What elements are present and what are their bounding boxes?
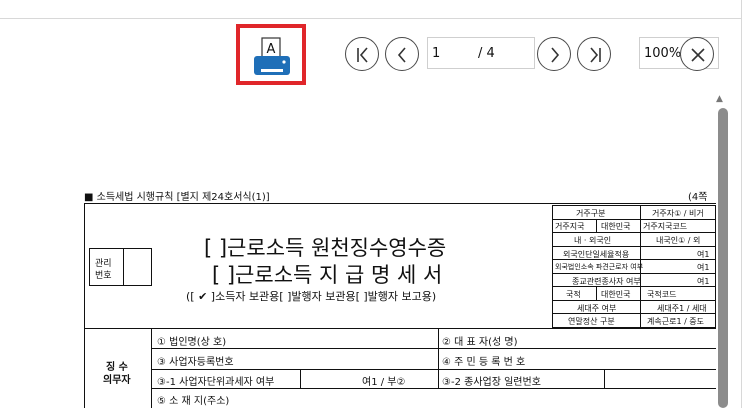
row-line <box>552 219 716 220</box>
form-header: ■ 소득세법 시행규칙 [별지 제24호서식(1)] <box>84 192 270 203</box>
printer-icon: A <box>254 37 290 75</box>
col-line <box>596 286 597 300</box>
col-line <box>151 328 152 408</box>
scroll-up-icon[interactable]: ▲ <box>716 94 723 104</box>
cell-citizenship-value: 대한민국 <box>601 290 631 299</box>
close-button[interactable] <box>680 37 714 71</box>
col-line <box>438 328 439 388</box>
cell-country-value: 대한민국 <box>601 222 631 231</box>
cell-citizenship-label: 국적 <box>566 290 581 299</box>
doc-top-border <box>84 203 716 204</box>
mgmt-label-2: 번호 <box>95 271 112 281</box>
next-page-button[interactable] <box>537 37 571 71</box>
cell-flat-rate-label: 외국인단일세율적용 <box>563 250 630 259</box>
cell-household-label: 세대주 여부 <box>577 304 617 313</box>
page-number-input[interactable]: 1 / 4 <box>427 37 535 69</box>
last-page-icon <box>590 47 601 63</box>
sub-business-label: ③-2 종사업장 일련번호 <box>442 377 541 388</box>
doc-section-border <box>84 328 716 329</box>
business-reg-label: ③ 사업자등록번호 <box>157 357 234 368</box>
close-icon <box>691 48 705 62</box>
prev-page-button[interactable] <box>385 37 419 71</box>
chevron-left-icon <box>397 47 406 63</box>
address-label: ⑤ 소 재 지(주소) <box>157 396 230 407</box>
row-line <box>552 273 716 274</box>
unit-taxation-label: ③-1 사업자단위과세자 여부 <box>157 377 275 388</box>
row-line <box>552 232 716 233</box>
doc-left-border <box>84 203 85 408</box>
cell-residency-value: 거주자① / 비거 <box>652 209 704 218</box>
scrollbar-thumb[interactable] <box>718 108 728 408</box>
cell-nationality-value: 내국인① / 외 <box>656 236 701 245</box>
row-line <box>151 388 716 389</box>
cell-religion-label: 종교관련종사자 여부 <box>572 277 641 286</box>
row-line <box>552 246 716 247</box>
row-line <box>151 369 716 370</box>
cell-flat-rate-value: 여1 <box>697 250 710 259</box>
row-line <box>552 300 716 301</box>
cell-country-label: 거주지국 <box>555 222 585 231</box>
payer-label-2: 의무자 <box>103 375 131 386</box>
cell-dispatch-label: 외국법인소속 파견근로자 여부 <box>555 263 644 271</box>
first-page-icon <box>357 47 368 63</box>
cell-citizenship-code: 국적코드 <box>647 290 677 299</box>
resident-reg-label: ④ 주 민 등 록 번 호 <box>442 357 526 368</box>
representative-label: ② 대 표 자(성 명) <box>442 337 518 348</box>
cell-dispatch-value: 여1 <box>697 263 710 272</box>
title-line-1: [ ]근로소득 원천징수영수증 <box>204 236 447 260</box>
current-page: 1 <box>432 46 441 61</box>
zoom-value: 100% <box>644 46 682 61</box>
mgmt-divider <box>123 248 124 286</box>
title-line-2: [ ]근로소득 지 급 명 세 서 <box>212 263 443 287</box>
col-line <box>604 369 605 388</box>
first-page-button[interactable] <box>345 37 379 71</box>
unit-taxation-value: 여1 / 부② <box>362 377 406 388</box>
cell-nationality-label: 내 · 외국인 <box>574 236 612 245</box>
cell-settlement-label: 연말정산 구분 <box>568 317 615 326</box>
col-line <box>596 219 597 232</box>
printer-letter: A <box>267 42 276 57</box>
cell-household-value: 세대주1 / 세대 <box>657 304 707 313</box>
cell-residency-label: 거주구분 <box>576 209 606 218</box>
last-page-button[interactable] <box>577 37 611 71</box>
print-button[interactable]: A <box>236 24 306 85</box>
form-page-count: (4쪽 <box>688 192 708 203</box>
cell-settlement-value: 계속근로1 / 중도 <box>647 317 705 326</box>
row-line <box>151 348 716 349</box>
corp-name-label: ① 법인명(상 호) <box>157 337 227 348</box>
total-pages: / 4 <box>478 46 495 61</box>
cell-religion-value: 여1 <box>697 277 710 286</box>
col-line <box>300 369 301 388</box>
chevron-right-icon <box>551 47 560 63</box>
copy-type-selector: ([ ✔ ]소득자 보관용[ ]발행자 보관용[ ]발행자 보고용) <box>186 290 437 303</box>
cell-country-code: 거주지국코드 <box>643 222 688 231</box>
